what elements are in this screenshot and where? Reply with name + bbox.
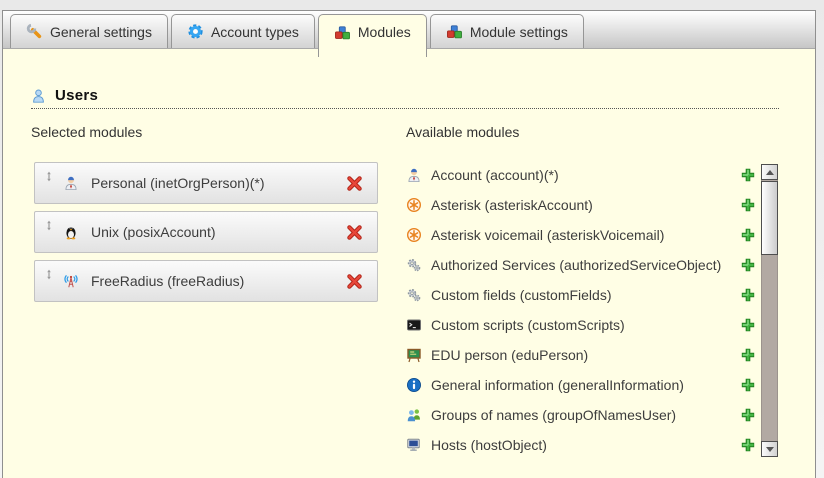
add-icon[interactable] <box>740 257 756 273</box>
configuration-window: General settings Account types Modules Modu… <box>2 10 816 478</box>
add-icon[interactable] <box>740 227 756 243</box>
tab-bar: General settings Account types Modules Modu… <box>3 11 815 49</box>
drag-icon[interactable] <box>43 170 55 183</box>
available-module-row: Custom scripts (customScripts) <box>406 310 756 340</box>
terminal-icon <box>406 317 422 333</box>
available-module-row: Groups of names (groupOfNamesUser) <box>406 400 756 430</box>
selected-modules-list: Personal (inetOrgPerson)(*) Unix (posixAc… <box>34 162 378 309</box>
blackboard-icon <box>406 347 422 363</box>
add-icon[interactable] <box>740 437 756 453</box>
available-modules-label: Available modules <box>406 124 519 140</box>
module-name: EDU person (eduPerson) <box>431 347 731 363</box>
scrollbar-up-button[interactable] <box>761 164 778 180</box>
penguin-icon <box>63 224 79 240</box>
tab-label: Modules <box>358 24 411 40</box>
user-icon <box>31 88 46 104</box>
delete-icon[interactable] <box>346 175 363 192</box>
available-module-row: General information (generalInformation) <box>406 370 756 400</box>
add-icon[interactable] <box>740 287 756 303</box>
add-icon[interactable] <box>740 407 756 423</box>
asterisk-icon <box>406 227 422 243</box>
gears-icon <box>406 287 422 303</box>
modules-icon <box>334 24 351 41</box>
antenna-icon <box>63 273 79 289</box>
available-modules-scrollbar[interactable] <box>761 164 778 457</box>
add-icon[interactable] <box>740 347 756 363</box>
available-module-row: Authorized Services (authorizedServiceOb… <box>406 250 756 280</box>
tab-general-settings[interactable]: General settings <box>10 14 168 48</box>
selected-module-row[interactable]: FreeRadius (freeRadius) <box>34 260 378 302</box>
person-icon <box>63 175 79 191</box>
asterisk-icon <box>406 197 422 213</box>
gear-icon <box>187 23 204 40</box>
scrollbar-down-button[interactable] <box>761 441 778 457</box>
module-name: Groups of names (groupOfNamesUser) <box>431 407 731 423</box>
module-name: Personal (inetOrgPerson)(*) <box>91 175 265 191</box>
module-name: Hosts (hostObject) <box>431 437 731 453</box>
drag-icon[interactable] <box>43 219 55 232</box>
group-icon <box>406 407 422 423</box>
tab-label: General settings <box>50 24 152 40</box>
add-icon[interactable] <box>740 317 756 333</box>
add-icon[interactable] <box>740 167 756 183</box>
tab-account-types[interactable]: Account types <box>171 14 315 48</box>
module-name: Custom fields (customFields) <box>431 287 731 303</box>
module-name: Asterisk voicemail (asteriskVoicemail) <box>431 227 731 243</box>
module-name: Authorized Services (authorizedServiceOb… <box>431 257 731 273</box>
available-module-row: Hosts (hostObject) <box>406 430 756 460</box>
info-icon <box>406 377 422 393</box>
tab-label: Module settings <box>470 24 568 40</box>
delete-icon[interactable] <box>346 273 363 290</box>
gears-icon <box>406 257 422 273</box>
selected-module-row[interactable]: Unix (posixAccount) <box>34 211 378 253</box>
computer-icon <box>406 437 422 453</box>
add-icon[interactable] <box>740 377 756 393</box>
tab-module-settings[interactable]: Module settings <box>430 14 584 48</box>
available-modules-list: Account (account)(*) Asterisk (asteriskAc… <box>406 160 756 460</box>
module-name: Unix (posixAccount) <box>91 224 216 240</box>
person-icon <box>406 167 422 183</box>
module-name: Custom scripts (customScripts) <box>431 317 731 333</box>
available-module-row: Account (account)(*) <box>406 160 756 190</box>
users-section-header: Users <box>31 87 779 109</box>
wrench-icon <box>26 23 43 40</box>
available-module-row: Asterisk voicemail (asteriskVoicemail) <box>406 220 756 250</box>
module-name: Account (account)(*) <box>431 167 731 183</box>
arrow-up-icon <box>766 170 774 175</box>
available-module-row: Asterisk (asteriskAccount) <box>406 190 756 220</box>
available-module-row: EDU person (eduPerson) <box>406 340 756 370</box>
selected-module-row[interactable]: Personal (inetOrgPerson)(*) <box>34 162 378 204</box>
module-name: General information (generalInformation) <box>431 377 731 393</box>
available-module-row: Custom fields (customFields) <box>406 280 756 310</box>
delete-icon[interactable] <box>346 224 363 241</box>
selected-modules-label: Selected modules <box>31 124 142 140</box>
section-title: Users <box>55 87 98 104</box>
module-name: FreeRadius (freeRadius) <box>91 273 244 289</box>
arrow-down-icon <box>766 447 774 452</box>
drag-icon[interactable] <box>43 268 55 281</box>
tab-modules[interactable]: Modules <box>318 14 427 57</box>
add-icon[interactable] <box>740 197 756 213</box>
module-name: Asterisk (asteriskAccount) <box>431 197 731 213</box>
modules-icon <box>446 23 463 40</box>
tab-label: Account types <box>211 24 299 40</box>
scrollbar-thumb[interactable] <box>761 181 778 255</box>
